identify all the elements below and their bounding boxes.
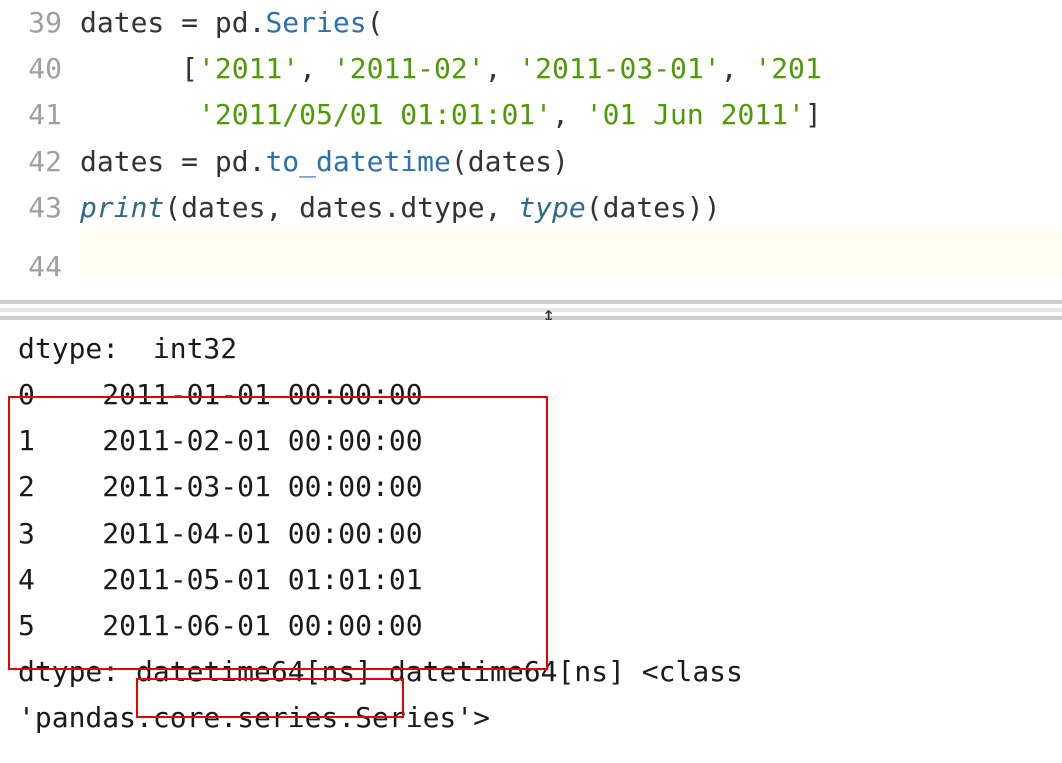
tail-pre: dtype: — [18, 655, 136, 688]
code-line-39[interactable]: 39dates = pd.Series( — [0, 0, 1062, 46]
code-content[interactable] — [80, 231, 1062, 276]
code-token: '2011' — [198, 52, 299, 85]
output-line-dtype: dtype: int32 — [18, 326, 1044, 372]
code-token: ] — [805, 98, 822, 131]
code-token: = — [181, 145, 215, 178]
code-token: (dates) — [451, 145, 569, 178]
code-line-43[interactable]: 43print(dates, dates.dtype, type(dates)) — [0, 185, 1062, 231]
code-token: = — [181, 6, 215, 39]
code-token: . — [249, 145, 266, 178]
code-token — [80, 98, 198, 131]
code-token: , — [721, 52, 755, 85]
output-series-row: 2 2011-03-01 00:00:00 — [18, 464, 1044, 510]
code-token: to_datetime — [265, 145, 450, 178]
code-token: pd — [215, 145, 249, 178]
code-token: , — [485, 191, 519, 224]
code-line-40[interactable]: 40 ['2011', '2011-02', '2011-03-01', '20… — [0, 46, 1062, 92]
gutter-line-number: 43 — [0, 185, 80, 231]
code-token: '2011-03-01' — [518, 52, 720, 85]
code-token: '2011/05/01 01:01:01' — [198, 98, 552, 131]
output-series-row: 5 2011-06-01 00:00:00 — [18, 603, 1044, 649]
code-line-42[interactable]: 42dates = pd.to_datetime(dates) — [0, 139, 1062, 185]
code-token: dtype — [400, 191, 484, 224]
tail-boxed: datetime64 — [136, 655, 305, 688]
output-series-row: 1 2011-02-01 00:00:00 — [18, 418, 1044, 464]
code-token: , — [552, 98, 586, 131]
code-content[interactable]: '2011/05/01 01:01:01', '01 Jun 2011'] — [80, 92, 822, 138]
code-token: (dates)) — [586, 191, 721, 224]
code-token: , — [299, 52, 333, 85]
code-token: (dates, dates — [164, 191, 383, 224]
output-line-tail2: 'pandas.core.series.Series'> — [18, 695, 1044, 741]
code-line-44[interactable]: 44 — [0, 231, 1062, 290]
output-line-tail: dtype: datetime64[ns] datetime64[ns] <cl… — [18, 649, 1044, 695]
code-token: ( — [367, 6, 384, 39]
code-content[interactable]: print(dates, dates.dtype, type(dates)) — [80, 185, 721, 231]
code-token: . — [383, 191, 400, 224]
code-token: pd — [215, 6, 249, 39]
gutter-line-number: 39 — [0, 0, 80, 46]
gutter-line-number: 42 — [0, 139, 80, 185]
output-series-row: 0 2011-01-01 00:00:00 — [18, 372, 1044, 418]
code-content[interactable]: dates = pd.Series( — [80, 0, 383, 46]
code-token: . — [249, 6, 266, 39]
code-token: dates — [80, 145, 181, 178]
code-content[interactable]: ['2011', '2011-02', '2011-03-01', '201 — [80, 46, 822, 92]
code-editor-pane[interactable]: 39dates = pd.Series(40 ['2011', '2011-02… — [0, 0, 1062, 290]
code-token: '01 Jun 2011' — [586, 98, 805, 131]
gutter-line-number: 44 — [0, 244, 80, 290]
output-series-row: 3 2011-04-01 00:00:00 — [18, 511, 1044, 557]
code-token: '201 — [754, 52, 821, 85]
gutter-line-number: 41 — [0, 92, 80, 138]
output-series-row: 4 2011-05-01 01:01:01 — [18, 557, 1044, 603]
tail-post: [ns] datetime64[ns] <class — [305, 655, 743, 688]
gutter-line-number: 40 — [0, 46, 80, 92]
code-token: [ — [80, 52, 198, 85]
code-token: '2011-02' — [333, 52, 485, 85]
code-token: type — [518, 191, 585, 224]
code-token: , — [485, 52, 519, 85]
code-content[interactable]: dates = pd.to_datetime(dates) — [80, 139, 569, 185]
code-token: print — [80, 191, 164, 224]
output-console-pane[interactable]: dtype: int32 0 2011-01-01 00:00:001 2011… — [0, 320, 1062, 742]
pane-splitter[interactable]: ↕ — [0, 300, 1062, 320]
code-line-41[interactable]: 41 '2011/05/01 01:01:01', '01 Jun 2011'] — [0, 92, 1062, 138]
code-token: dates — [80, 6, 181, 39]
code-token: Series — [265, 6, 366, 39]
